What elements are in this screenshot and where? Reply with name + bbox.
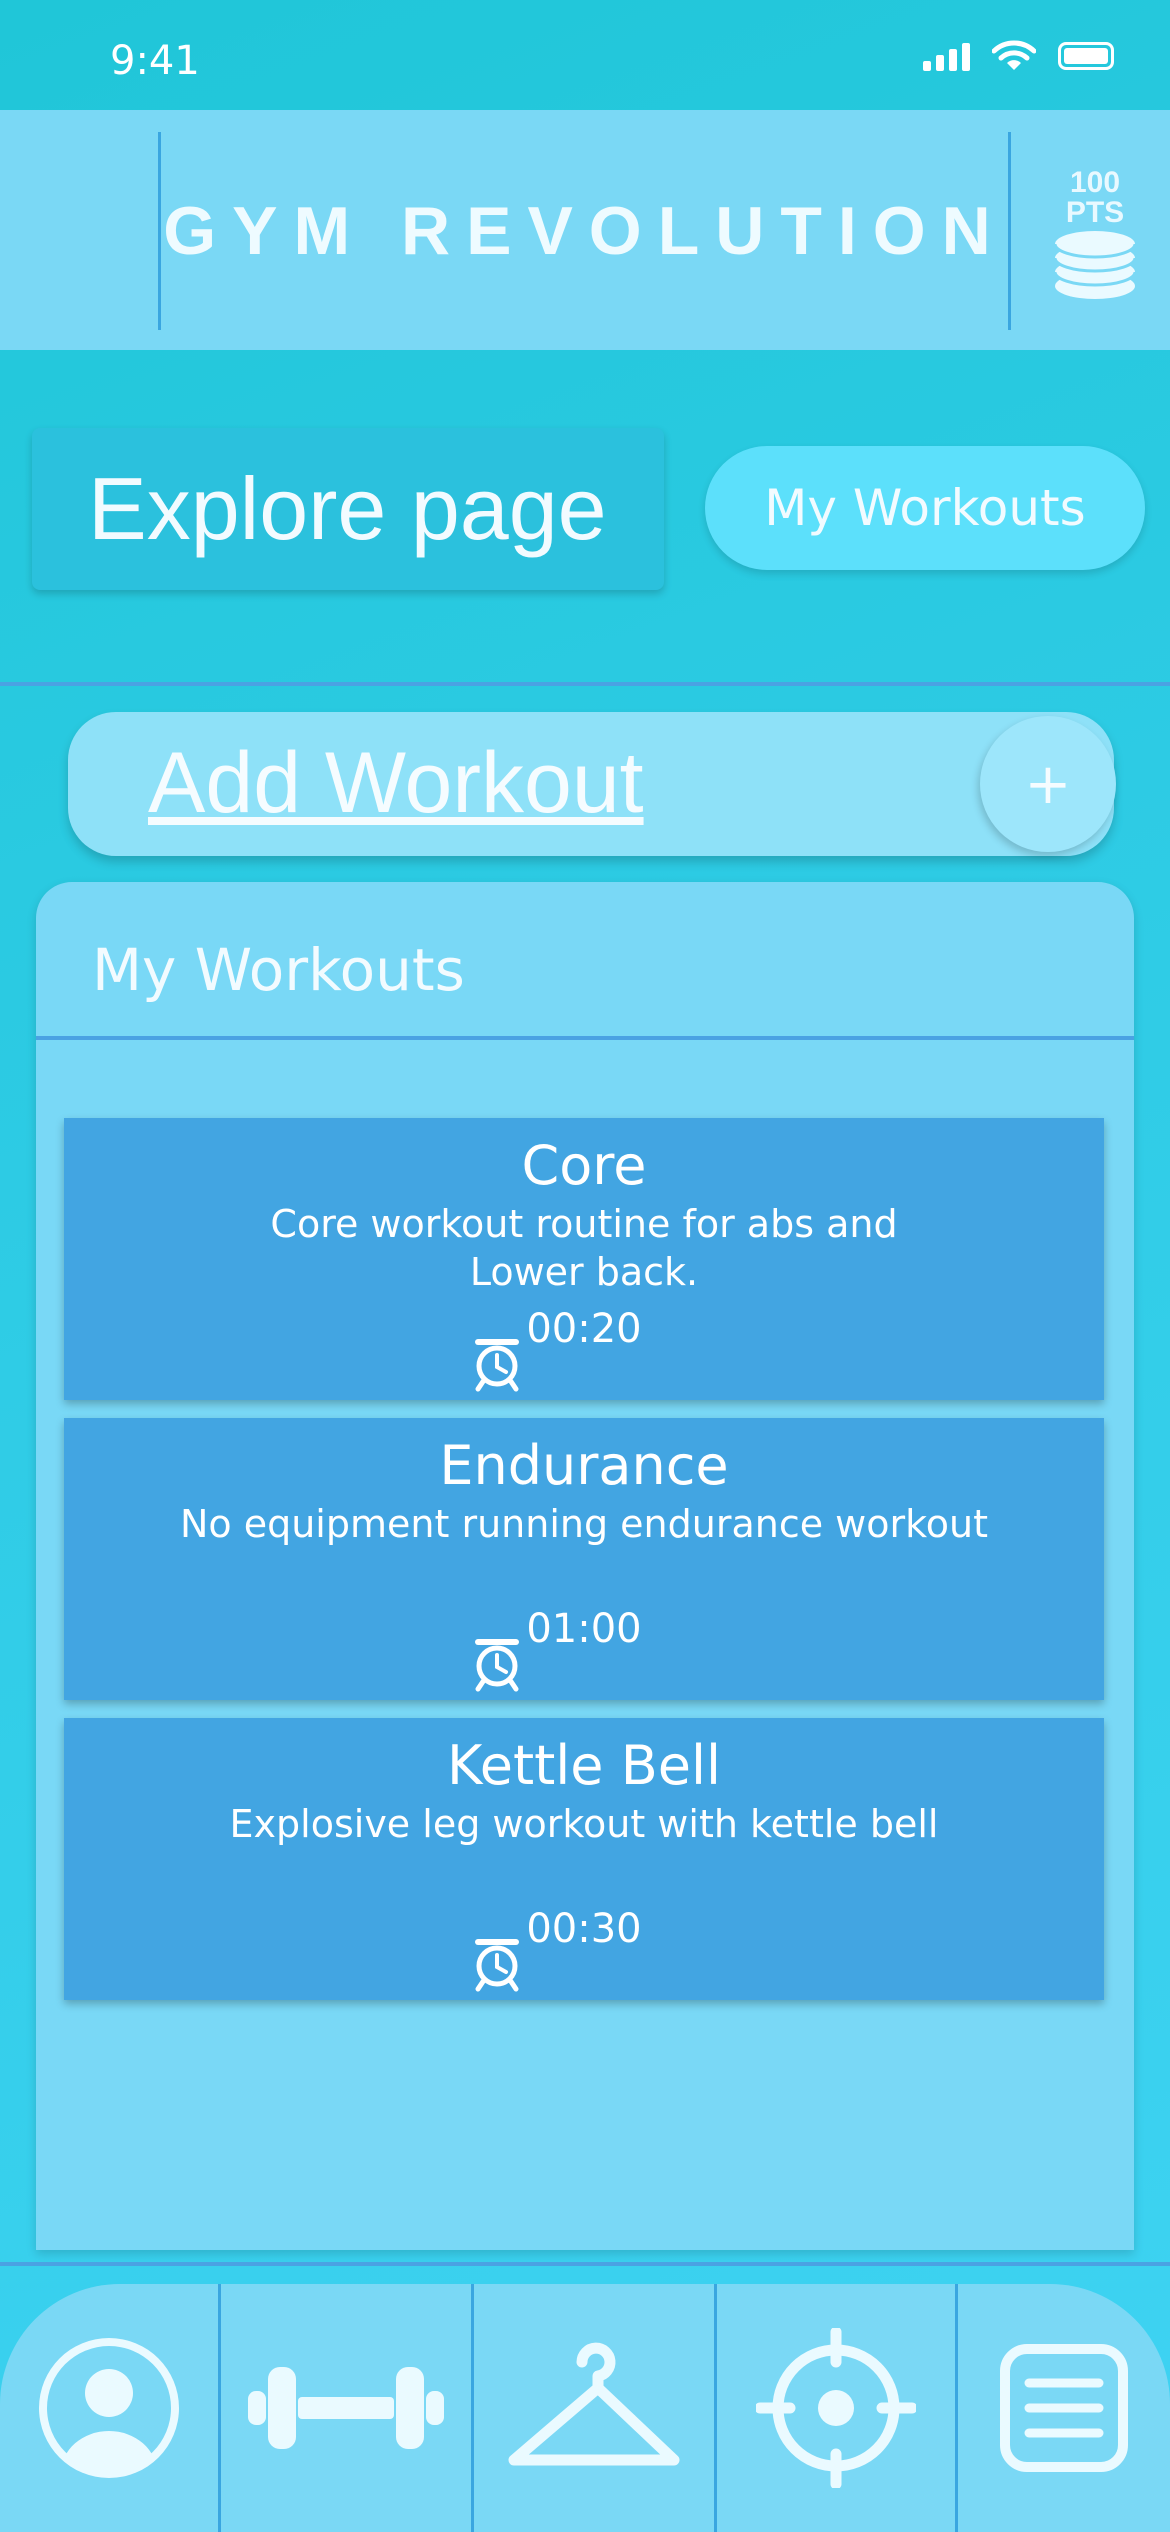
points-value: 100	[1069, 166, 1121, 199]
bottom-divider	[0, 2262, 1170, 2266]
nav-profile[interactable]	[0, 2284, 218, 2532]
panel-title: My Workouts	[92, 936, 465, 1004]
points-unit: PTS	[1065, 196, 1125, 229]
app-header: GYM REVOLUTION 100 PTS	[0, 110, 1170, 350]
panel-divider	[36, 1036, 1134, 1040]
nav-goals[interactable]	[717, 2284, 955, 2532]
cellular-signal-icon	[923, 41, 970, 71]
alarm-clock-icon	[475, 1939, 519, 1992]
add-workout-button[interactable]: +	[980, 716, 1116, 852]
nav-shop[interactable]	[474, 2284, 714, 2532]
workout-duration: 01:00	[526, 1606, 642, 1652]
add-workout-bar[interactable]: Add Workout	[68, 712, 1114, 856]
add-workout-link[interactable]: Add Workout	[148, 734, 644, 833]
dumbbell-icon	[248, 2367, 444, 2449]
status-bar: 9:41	[0, 0, 1170, 110]
workout-description: Explosive leg workout with kettle bell	[229, 1802, 939, 1846]
profile-icon	[39, 2338, 179, 2478]
coin-stack-icon	[1053, 231, 1137, 299]
nav-workouts[interactable]	[221, 2284, 471, 2532]
workout-name: Endurance	[439, 1434, 729, 1497]
target-icon	[756, 2328, 916, 2488]
alarm-clock-icon	[475, 1339, 519, 1392]
workout-duration: 00:20	[526, 1306, 642, 1352]
menu-list-icon	[1000, 2344, 1128, 2472]
explore-page-label: Explore page	[88, 459, 607, 558]
workout-description: Core workout routine for abs and Lower b…	[270, 1202, 898, 1294]
section-divider	[0, 682, 1170, 686]
workout-duration: 00:30	[526, 1906, 642, 1952]
my-workouts-panel: My Workouts Core Core workout routine fo…	[36, 882, 1134, 2250]
alarm-clock-icon	[475, 1639, 519, 1692]
workout-name: Kettle Bell	[447, 1734, 721, 1797]
workout-card[interactable]: Kettle Bell Explosive leg workout with k…	[64, 1718, 1104, 2000]
wifi-icon	[992, 40, 1036, 70]
bottom-nav	[0, 2284, 1170, 2532]
workout-description: No equipment running endurance workout	[179, 1502, 989, 1546]
tab-explore-page[interactable]: Explore page	[32, 428, 664, 590]
status-time: 9:41	[110, 38, 200, 84]
status-icons	[923, 40, 1114, 72]
tab-my-workouts[interactable]: My Workouts	[705, 446, 1145, 570]
nav-menu[interactable]	[958, 2284, 1170, 2532]
plus-icon: +	[1024, 751, 1072, 817]
header-divider	[1008, 132, 1011, 330]
workout-card[interactable]: Core Core workout routine for abs and Lo…	[64, 1118, 1104, 1400]
workout-card[interactable]: Endurance No equipment running endurance…	[64, 1418, 1104, 1700]
hanger-icon	[508, 2342, 680, 2466]
app-title: GYM REVOLUTION	[163, 193, 1007, 269]
battery-icon	[1058, 42, 1114, 70]
points-display[interactable]: 100 PTS	[1040, 168, 1150, 228]
workout-name: Core	[521, 1134, 647, 1197]
